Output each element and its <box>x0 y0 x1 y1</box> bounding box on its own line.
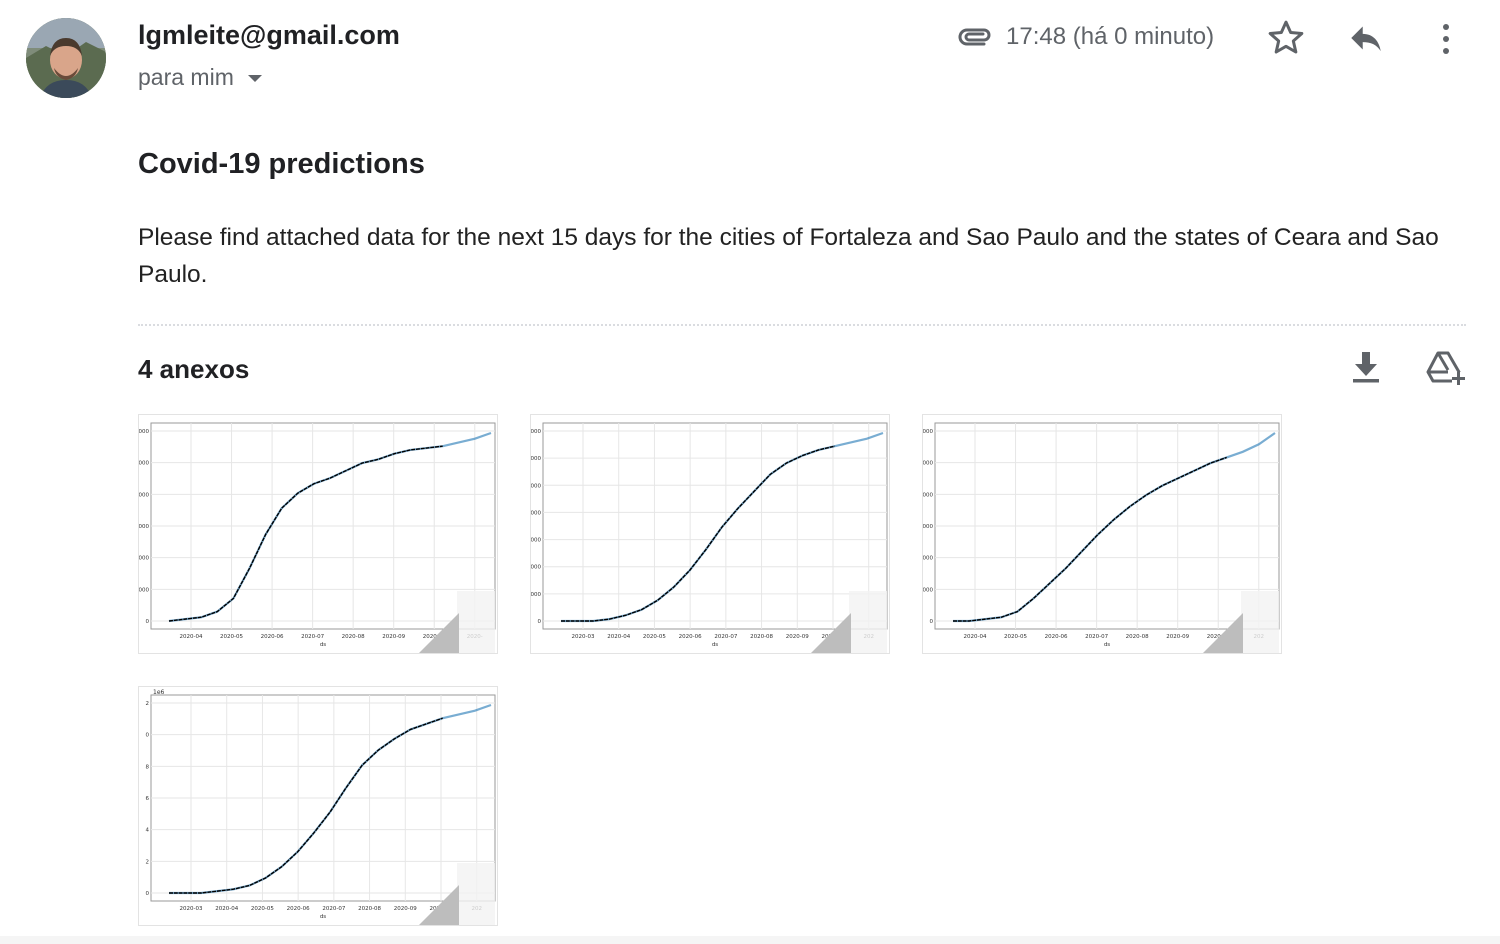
x-axis-label: ds <box>320 914 326 920</box>
y-tick-label: 0 <box>146 891 150 897</box>
x-tick-label: 2020-08 <box>342 634 365 640</box>
page-fold-corner <box>419 885 459 925</box>
x-tick-label: 2020-09 <box>1166 634 1189 640</box>
received-time: 17:48 (há 0 minuto) <box>1006 23 1215 50</box>
y-tick-label: 000 <box>139 524 149 530</box>
page-curl-shade <box>849 591 887 653</box>
recipient-label: para mim <box>138 64 234 90</box>
y-tick-label: 2 <box>146 701 150 707</box>
x-axis-label: ds <box>712 642 718 648</box>
x-tick-label: 2020-04 <box>180 634 203 640</box>
reply-icon[interactable] <box>1346 20 1386 61</box>
y-tick-label: 0000 <box>531 456 541 462</box>
x-tick-label: 2020-05 <box>251 906 274 912</box>
y-tick-label: 0 <box>146 619 150 625</box>
x-tick-label: 2020-07 <box>714 634 737 640</box>
x-tick-label: 2020-07 <box>1085 634 1108 640</box>
y-tick-label: 0000 <box>531 429 541 435</box>
x-tick-label: 2020-04 <box>607 634 630 640</box>
page-fold-corner <box>811 613 851 653</box>
page-fold-corner <box>1203 613 1243 653</box>
recipient-dropdown[interactable]: para mim <box>138 64 262 91</box>
x-tick-label: 2020-06 <box>287 906 310 912</box>
y-tick-label: 0000 <box>923 429 933 435</box>
attachments-title: 4 anexos <box>138 354 250 384</box>
page-curl-shade <box>457 863 495 925</box>
y-tick-label: 6 <box>146 796 150 802</box>
y-tick-label: 000 <box>139 429 149 435</box>
x-tick-label: 2020-03 <box>572 634 595 640</box>
y-tick-label: 0000 <box>531 565 541 571</box>
attachment-thumbnail[interactable]: 2020-03 2020-04 2020-05 2020-06 2020-07 2020-… <box>530 414 890 654</box>
download-icon[interactable] <box>1350 350 1382 389</box>
chevron-down-icon <box>247 75 262 82</box>
x-tick-label: 2020-06 <box>1045 634 1068 640</box>
y-tick-label: 0000 <box>923 461 933 467</box>
y-tick-label: 0000 <box>923 524 933 530</box>
y-tick-label: 0000 <box>923 587 933 593</box>
x-tick-label: 2020-04 <box>964 634 987 640</box>
x-axis-label: ds <box>320 642 326 648</box>
plot-area <box>542 422 888 630</box>
attachment-thumbnail[interactable]: 2020-03 2020-04 2020-05 2020-06 2020-07 2020-… <box>138 686 498 926</box>
paperclip-icon <box>954 22 992 57</box>
page-bottom-edge <box>0 936 1500 944</box>
star-icon[interactable] <box>1266 18 1306 63</box>
y-tick-label: 0000 <box>531 538 541 544</box>
y-tick-label: 0 <box>538 619 542 625</box>
x-tick-label: 2020-05 <box>1004 634 1027 640</box>
x-tick-label: 2020-08 <box>1126 634 1149 640</box>
x-tick-label: 2020-05 <box>220 634 243 640</box>
attachment-thumbnail[interactable]: 2020-04 2020-05 2020-06 2020-07 2020-08 2020-… <box>138 414 498 654</box>
more-vert-icon[interactable] <box>1434 22 1458 61</box>
email-body: Please find attached data for the next 1… <box>138 224 1439 288</box>
x-tick-label: 2020-06 <box>261 634 284 640</box>
sender-avatar[interactable] <box>26 18 106 98</box>
page-curl-shade <box>457 591 495 653</box>
avatar-photo <box>26 18 106 98</box>
page-fold-corner <box>419 613 459 653</box>
y-tick-label: 8 <box>146 764 150 770</box>
y-tick-label: 0 <box>146 733 150 739</box>
x-tick-label: 2020-09 <box>394 906 417 912</box>
y-tick-label: 000 <box>139 556 149 562</box>
x-tick-label: 2020-08 <box>750 634 773 640</box>
x-tick-label: 2020-08 <box>358 906 381 912</box>
y-tick-label: 0000 <box>531 592 541 598</box>
add-to-drive-icon[interactable] <box>1426 350 1466 391</box>
y-tick-label: 2 <box>146 859 150 865</box>
x-tick-label: 2020-04 <box>215 906 238 912</box>
x-tick-label: 2020-03 <box>180 906 203 912</box>
sender-email[interactable]: lgmleite@gmail.com <box>138 20 400 51</box>
y-tick-label: 0000 <box>923 492 933 498</box>
attachments-divider <box>138 324 1466 326</box>
x-tick-label: 2020-05 <box>643 634 666 640</box>
x-tick-label: 2020-09 <box>786 634 809 640</box>
y-tick-label: 0000 <box>923 556 933 562</box>
x-axis-label: ds <box>1104 642 1110 648</box>
y-tick-label: 000 <box>139 587 149 593</box>
y-tick-label: 000 <box>139 461 149 467</box>
email-subject: Covid-19 predictions <box>138 148 425 180</box>
x-tick-label: 2020-07 <box>322 906 345 912</box>
x-tick-label: 2020-09 <box>382 634 405 640</box>
y-scale-label: 1e6 <box>153 689 165 696</box>
x-tick-label: 2020-07 <box>301 634 324 640</box>
attachment-thumbnail[interactable]: 2020-04 2020-05 2020-06 2020-07 2020-08 2020-… <box>922 414 1282 654</box>
x-tick-label: 2020-06 <box>679 634 702 640</box>
y-tick-label: 0000 <box>531 510 541 516</box>
y-tick-label: 4 <box>146 828 150 834</box>
y-tick-label: 0000 <box>531 483 541 489</box>
y-tick-label: 0 <box>930 619 934 625</box>
y-tick-label: 000 <box>139 492 149 498</box>
page-curl-shade <box>1241 591 1279 653</box>
